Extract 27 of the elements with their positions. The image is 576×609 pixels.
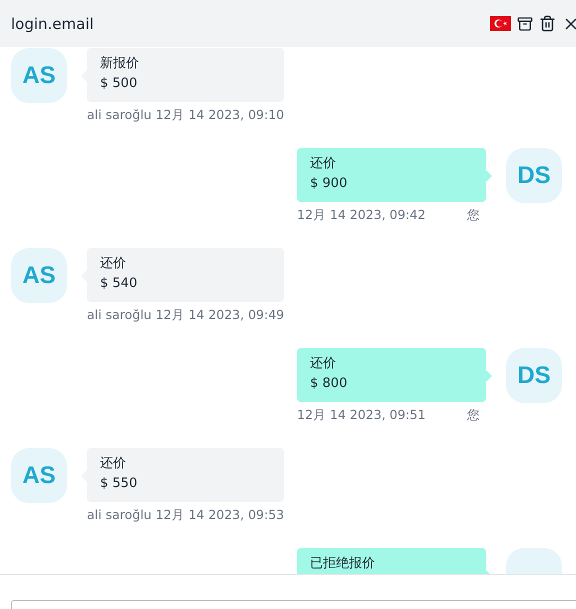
message-meta: ali saroğlu 12月 14 2023, 09:49 [87,307,284,324]
message-meta: 12月 14 2023, 09:42 [297,207,426,224]
message-title: 新报价 [100,55,140,72]
message-meta: ali saroğlu 12月 14 2023, 09:53 [87,507,284,524]
message-title: 还价 [100,255,127,272]
sender-label: 您 [467,407,480,424]
message-title: 已拒绝报价 [310,555,376,572]
message-amount: $ 550 [100,475,138,492]
message-title: 还价 [310,155,337,172]
avatar: AS [11,248,67,303]
message-amount: $ 500 [100,75,138,92]
message-amount: $ 540 [100,275,138,292]
message-amount: $ 900 [310,175,348,192]
message-amount: $ 800 [310,375,348,392]
avatar: DS [506,148,562,203]
sender-label: 您 [467,207,480,224]
message-meta: 12月 14 2023, 09:51 [297,407,426,424]
avatar: DS [506,348,562,403]
message-title: 还价 [310,355,337,372]
message-meta: ali saroğlu 12月 14 2023, 09:10 [87,107,284,124]
trash-icon[interactable] [539,15,556,32]
flag-icon [490,16,511,31]
avatar: AS [11,448,67,503]
avatar: AS [11,48,67,103]
window-title: login.email [11,14,95,32]
message-title: 还价 [100,455,127,472]
archive-icon[interactable] [517,16,533,32]
